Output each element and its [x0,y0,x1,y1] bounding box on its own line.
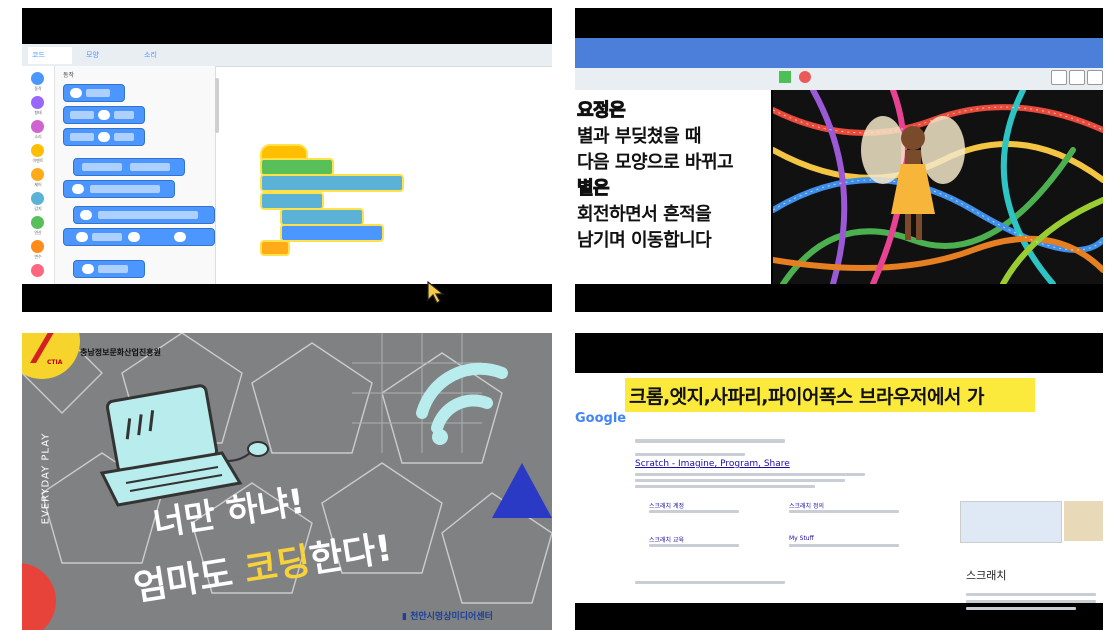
green-flag-icon[interactable] [779,71,791,83]
category-label: 제어 [34,182,42,187]
editor-screen: 코드 모양 소리 동작 형태 소리 이벤트 제어 감지 연산 변수 동작 [22,44,552,304]
motion-block[interactable] [63,128,145,146]
caption-line: 남기며 이동합니다 [577,230,712,251]
fullscreen-icon[interactable] [1087,70,1103,85]
motion-block[interactable] [63,106,145,124]
category-looks-icon[interactable] [31,96,44,109]
category-control-icon[interactable] [31,168,44,181]
result-title-link[interactable]: Scratch - Imagine, Program, Share [635,459,790,469]
search-logo[interactable]: Google [575,411,626,426]
caption-panel: 요정은 별과 부딪쳤을 때 다음 모양으로 바뀌고 별은 회전하면서 흔적을 남… [575,90,771,284]
tab-code[interactable]: 코드 [28,47,72,64]
result-snippet [635,473,865,476]
category-label: 소리 [34,134,42,139]
panel-image[interactable] [1064,501,1103,541]
sitelink-desc [649,510,739,513]
category-sidebar: 동작 형태 소리 이벤트 제어 감지 연산 변수 [22,66,55,284]
motion-block[interactable] [63,84,125,102]
tab-costumes[interactable]: 모양 [82,47,126,64]
category-events-icon[interactable] [31,144,44,157]
stop-icon[interactable] [799,71,811,83]
motion-block[interactable] [63,228,215,246]
block[interactable] [260,240,290,256]
category-label: 형태 [34,110,42,115]
panel-image[interactable] [960,501,1062,543]
category-label: 연산 [34,230,42,235]
sitelink[interactable]: 스크래치 교육 [649,535,684,544]
promo-tile[interactable]: 충남정보문화산업진흥원 CTIA EVERYDAY PLAY 너만 하냐! 엄마… [22,333,552,630]
result-snippet [635,485,815,488]
knowledge-panel: 스크래치 [960,501,1103,630]
editor-tabs: 코드 모양 소리 [22,44,552,67]
video-tile-stage[interactable]: 요정은 별과 부딪쳤을 때 다음 모양으로 바뀌고 별은 회전하면서 흔적을 남… [575,8,1103,312]
video-tile-block-editor[interactable]: 코드 모양 소리 동작 형태 소리 이벤트 제어 감지 연산 변수 동작 [22,8,552,312]
caption-line: 회전하면서 흔적을 [577,204,712,225]
category-variables-icon[interactable] [31,240,44,253]
caption-line: 요정은 [576,100,626,122]
block[interactable] [280,224,384,242]
sitelink[interactable]: My Stuff [789,535,814,542]
category-label: 변수 [34,254,42,259]
caption-banner: 크롬,엣지,사파리,파이어폭스 브라우저에서 가 [625,378,1035,412]
panel-text [966,600,1096,603]
palette-scrollbar[interactable] [215,78,219,133]
search-tabs[interactable] [635,439,785,443]
footer-logo: ▮ 천안시영상미디어센터 [402,612,493,622]
category-label: 감지 [34,206,42,211]
logo-text: CTIA [47,359,63,366]
menu-bar [575,38,1103,68]
result-url [635,581,785,584]
large-stage-icon[interactable] [1069,70,1085,85]
block[interactable] [260,174,404,192]
caption-line: 별은 [576,178,610,200]
banner-text: 크롬,엣지,사파리,파이어폭스 브라우저에서 가 [629,386,985,408]
motion-block[interactable] [73,260,145,278]
result-url [635,453,745,456]
category-operators-icon[interactable] [31,216,44,229]
block-palette: 동작 [55,66,216,284]
mouse-cursor-icon [427,280,445,304]
side-text: EVERYDAY PLAY [40,432,52,525]
stage-canvas[interactable] [773,90,1103,284]
panel-title: 스크래치 [966,569,1007,582]
category-motion-icon[interactable] [31,72,44,85]
panel-text [966,607,1076,610]
sitelink[interactable]: 스크래치 정의 [789,501,824,510]
category-label: 동작 [34,86,42,91]
sitelink-desc [789,544,899,547]
video-tile-browser[interactable]: Google Scratch - Imagine, Program, Share… [575,333,1103,630]
category-myblocks-icon[interactable] [31,264,44,277]
palette-heading: 동작 [63,72,75,79]
category-sensing-icon[interactable] [31,192,44,205]
motion-block[interactable] [63,180,175,198]
category-sound-icon[interactable] [31,120,44,133]
brand-name: 충남정보문화산업진흥원 [80,348,161,357]
sitelink-desc [649,544,739,547]
small-stage-icon[interactable] [1051,70,1067,85]
sitelink-desc [789,510,899,513]
stage-toolbar [575,68,1103,90]
caption-line: 별과 부딪쳤을 때 [577,126,701,147]
tab-sounds[interactable]: 소리 [140,47,184,64]
motion-block[interactable] [73,158,185,176]
promo-highlight: 코딩 [241,540,314,592]
panel-text [966,593,1096,596]
sitelink[interactable]: 스크래치 계정 [649,501,684,510]
caption-line: 다음 모양으로 바뀌고 [577,152,734,173]
motion-block[interactable] [73,206,215,224]
result-snippet [635,479,845,482]
category-label: 이벤트 [32,158,44,163]
